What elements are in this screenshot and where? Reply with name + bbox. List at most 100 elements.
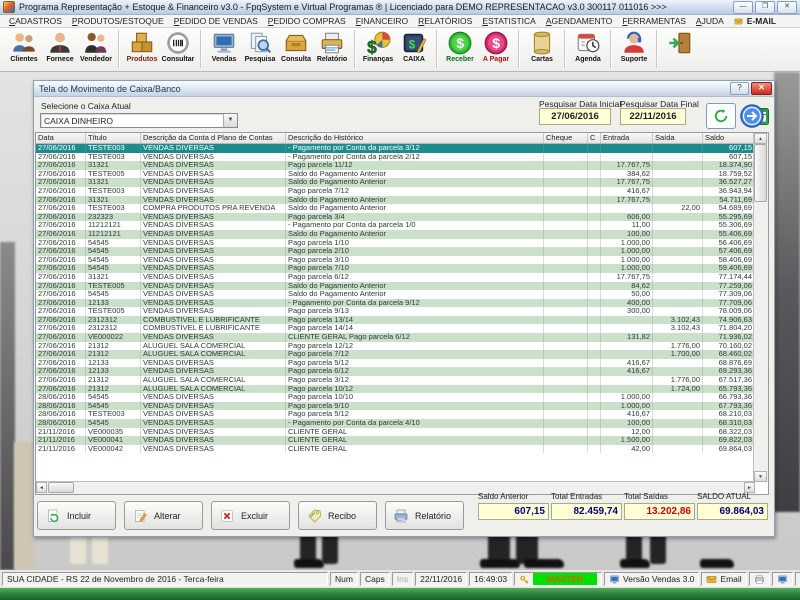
go-button[interactable] [740, 104, 764, 128]
table-row[interactable]: 27/06/201654545VENDAS DIVERSASSaldo do P… [36, 290, 755, 299]
relatorio-button[interactable]: Relatório [385, 501, 464, 530]
table-row[interactable]: 27/06/2016TESTE005VENDAS DIVERSASSaldo d… [36, 282, 755, 291]
table-row[interactable]: 27/06/201612133VENDAS DIVERSASPago parce… [36, 359, 755, 368]
table-row[interactable]: 28/06/201654545VENDAS DIVERSASPago parce… [36, 402, 755, 411]
scrollbar-thumb[interactable] [754, 144, 767, 202]
column-header[interactable]: Saldo [703, 133, 755, 143]
close-dialog-button[interactable]: ✕ [751, 82, 772, 95]
help-button[interactable]: ? [730, 82, 749, 95]
toolbar-cartas[interactable]: Cartas [524, 30, 560, 63]
scrollbar-thumb[interactable] [48, 482, 74, 493]
toolbar-a-pagar[interactable]: $A Pagar [478, 30, 514, 63]
toolbar-produtos[interactable]: Produtos [124, 30, 160, 63]
menu-item-pedido-de-vendas[interactable]: PEDIDO DE VENDAS [169, 16, 263, 26]
table-cell: 68.876,69 [703, 359, 755, 368]
toolbar-caixa[interactable]: $CAIXA [396, 30, 432, 63]
column-header[interactable]: Data [36, 133, 86, 143]
menu-item-ferramentas[interactable]: FERRAMENTAS [617, 16, 691, 26]
incluir-button[interactable]: Incluir [37, 501, 116, 530]
column-header[interactable]: Cheque [544, 133, 588, 143]
table-row[interactable]: 27/06/201612133VENDAS DIVERSASPago parce… [36, 367, 755, 376]
date-end-input[interactable]: 22/11/2016 [620, 108, 686, 125]
scroll-left-icon[interactable]: ◄ [36, 482, 47, 493]
menu-item-email[interactable]: E-MAIL [729, 16, 780, 26]
table-row[interactable]: 27/06/2016TESTE005VENDAS DIVERSASSaldo d… [36, 170, 755, 179]
table-row[interactable]: 27/06/2016VE000022VENDAS DIVERSASCLIENTE… [36, 333, 755, 342]
toolbar-receber[interactable]: $Receber [442, 30, 478, 63]
toolbar-suporte[interactable]: Suporte [616, 30, 652, 63]
menu-item-financeiro[interactable]: FINANCEIRO [351, 16, 413, 26]
table-row[interactable]: 27/06/201631321VENDAS DIVERSASSaldo do P… [36, 196, 755, 205]
table-row[interactable]: 21/11/2016VE000041VENDAS DIVERSASCLIENTE… [36, 436, 755, 445]
table-cell: 18.759,52 [703, 170, 755, 179]
table-row[interactable]: 21/11/2016VE000035VENDAS DIVERSASCLIENTE… [36, 428, 755, 437]
column-header[interactable]: Descrição da Conta d Plano de Contas [141, 133, 286, 143]
column-header[interactable]: Título [86, 133, 141, 143]
table-row[interactable]: 27/06/201612133VENDAS DIVERSAS- Pagament… [36, 299, 755, 308]
table-row[interactable]: 27/06/2016TESTE003COMPRA PRODUTOS PRA RE… [36, 204, 755, 213]
table-row[interactable]: 27/06/201631321VENDAS DIVERSASPago parce… [36, 161, 755, 170]
table-row[interactable]: 27/06/20162312312COMBUSTÍVEL E LUBRIFICA… [36, 324, 755, 333]
table-row[interactable]: 28/06/201654545VENDAS DIVERSASPago parce… [36, 393, 755, 402]
restore-button[interactable]: ❐ [755, 1, 775, 14]
total-value: 69.864,03 [697, 503, 768, 520]
toolbar-agenda[interactable]: Agenda [570, 30, 606, 63]
toolbar-clientes[interactable]: Clientes [6, 30, 42, 63]
table-row[interactable]: 27/06/2016TESTE003VENDAS DIVERSAS- Pagam… [36, 144, 755, 153]
close-button[interactable]: ✕ [777, 1, 797, 14]
column-header[interactable]: Descrição do Histórico [286, 133, 544, 143]
table-row[interactable]: 27/06/201654545VENDAS DIVERSASPago parce… [36, 247, 755, 256]
menu-item-agendamento[interactable]: AGENDAMENTO [541, 16, 617, 26]
table-row[interactable]: 27/06/2016TESTE003VENDAS DIVERSASPago pa… [36, 187, 755, 196]
toolbar-pesquisa[interactable]: Pesquisa [242, 30, 278, 63]
table-row[interactable]: 27/06/201621312ALUGUEL SALA COMERCIALPag… [36, 350, 755, 359]
date-start-input[interactable]: 27/06/2016 [539, 108, 611, 125]
table-row[interactable]: 21/11/2016VE000042VENDAS DIVERSASCLIENTE… [36, 445, 755, 454]
minimize-button[interactable]: — [733, 1, 753, 14]
table-row[interactable]: 28/06/2016TESTE003VENDAS DIVERSASPago pa… [36, 410, 755, 419]
table-row[interactable]: 27/06/20162312312COMBUSTÍVEL E LUBRIFICA… [36, 316, 755, 325]
table-row[interactable]: 28/06/201654545VENDAS DIVERSAS- Pagament… [36, 419, 755, 428]
scroll-down-icon[interactable]: ▼ [754, 471, 767, 482]
table-row[interactable]: 27/06/2016TESTE003VENDAS DIVERSAS- Pagam… [36, 153, 755, 162]
toolbar-consulta[interactable]: Consulta [278, 30, 314, 63]
refresh-button[interactable] [706, 103, 736, 129]
table-row[interactable]: 27/06/201621312ALUGUEL SALA COMERCIALPag… [36, 376, 755, 385]
chevron-down-icon[interactable]: ▼ [223, 114, 237, 127]
toolbar-exit[interactable] [662, 30, 698, 56]
column-header[interactable]: C [588, 133, 601, 143]
excluir-button[interactable]: Excluir [211, 501, 290, 530]
toolbar-finan-as[interactable]: $Finanças [360, 30, 396, 63]
scroll-up-icon[interactable]: ▲ [754, 133, 767, 144]
menu-item-cadastros[interactable]: CADASTROS [4, 16, 67, 26]
vertical-scrollbar[interactable]: ▲ ▼ [753, 133, 768, 482]
column-header[interactable]: Entrada [601, 133, 653, 143]
toolbar-vendedor[interactable]: Vendedor [78, 30, 114, 63]
table-row[interactable]: 27/06/2016232323VENDAS DIVERSASPago parc… [36, 213, 755, 222]
menu-item-estatistica[interactable]: ESTATISTICA [477, 16, 541, 26]
table-row[interactable]: 27/06/201631321VENDAS DIVERSASPago parce… [36, 273, 755, 282]
toolbar-relat-rio[interactable]: Relatório [314, 30, 350, 63]
menu-item-ajuda[interactable]: AJUDA [691, 16, 729, 26]
table-row[interactable]: 27/06/2016TESTE005VENDAS DIVERSASPago pa… [36, 307, 755, 316]
table-row[interactable]: 27/06/201654545VENDAS DIVERSASPago parce… [36, 256, 755, 265]
toolbar-fornece[interactable]: Fornece [42, 30, 78, 63]
table-row[interactable]: 27/06/201654545VENDAS DIVERSASPago parce… [36, 239, 755, 248]
caixa-select[interactable]: CAIXA DINHEIRO ▼ [40, 113, 238, 128]
toolbar-consultar[interactable]: Consultar [160, 30, 196, 63]
recibo-button[interactable]: Recibo [298, 501, 377, 530]
alterar-button[interactable]: Alterar [124, 501, 203, 530]
table-row[interactable]: 27/06/201654545VENDAS DIVERSASPago parce… [36, 264, 755, 273]
recibo-icon [306, 508, 322, 524]
table-cell: 606,00 [601, 213, 653, 222]
table-row[interactable]: 27/06/201611212121VENDAS DIVERSAS- Pagam… [36, 221, 755, 230]
table-row[interactable]: 27/06/201621312ALUGUEL SALA COMERCIALPag… [36, 342, 755, 351]
menu-item-relat-rios[interactable]: RELATÓRIOS [413, 16, 477, 26]
menu-item-pedido-compras[interactable]: PEDIDO COMPRAS [263, 16, 351, 26]
menu-item-produtos-estoque[interactable]: PRODUTOS/ESTOQUE [67, 16, 169, 26]
column-header[interactable]: Saída [653, 133, 703, 143]
table-row[interactable]: 27/06/201611212121VENDAS DIVERSASSaldo d… [36, 230, 755, 239]
table-row[interactable]: 27/06/201631321VENDAS DIVERSASSaldo do P… [36, 178, 755, 187]
table-row[interactable]: 27/06/201621312ALUGUEL SALA COMERCIALPag… [36, 385, 755, 394]
toolbar-vendas[interactable]: Vendas [206, 30, 242, 63]
